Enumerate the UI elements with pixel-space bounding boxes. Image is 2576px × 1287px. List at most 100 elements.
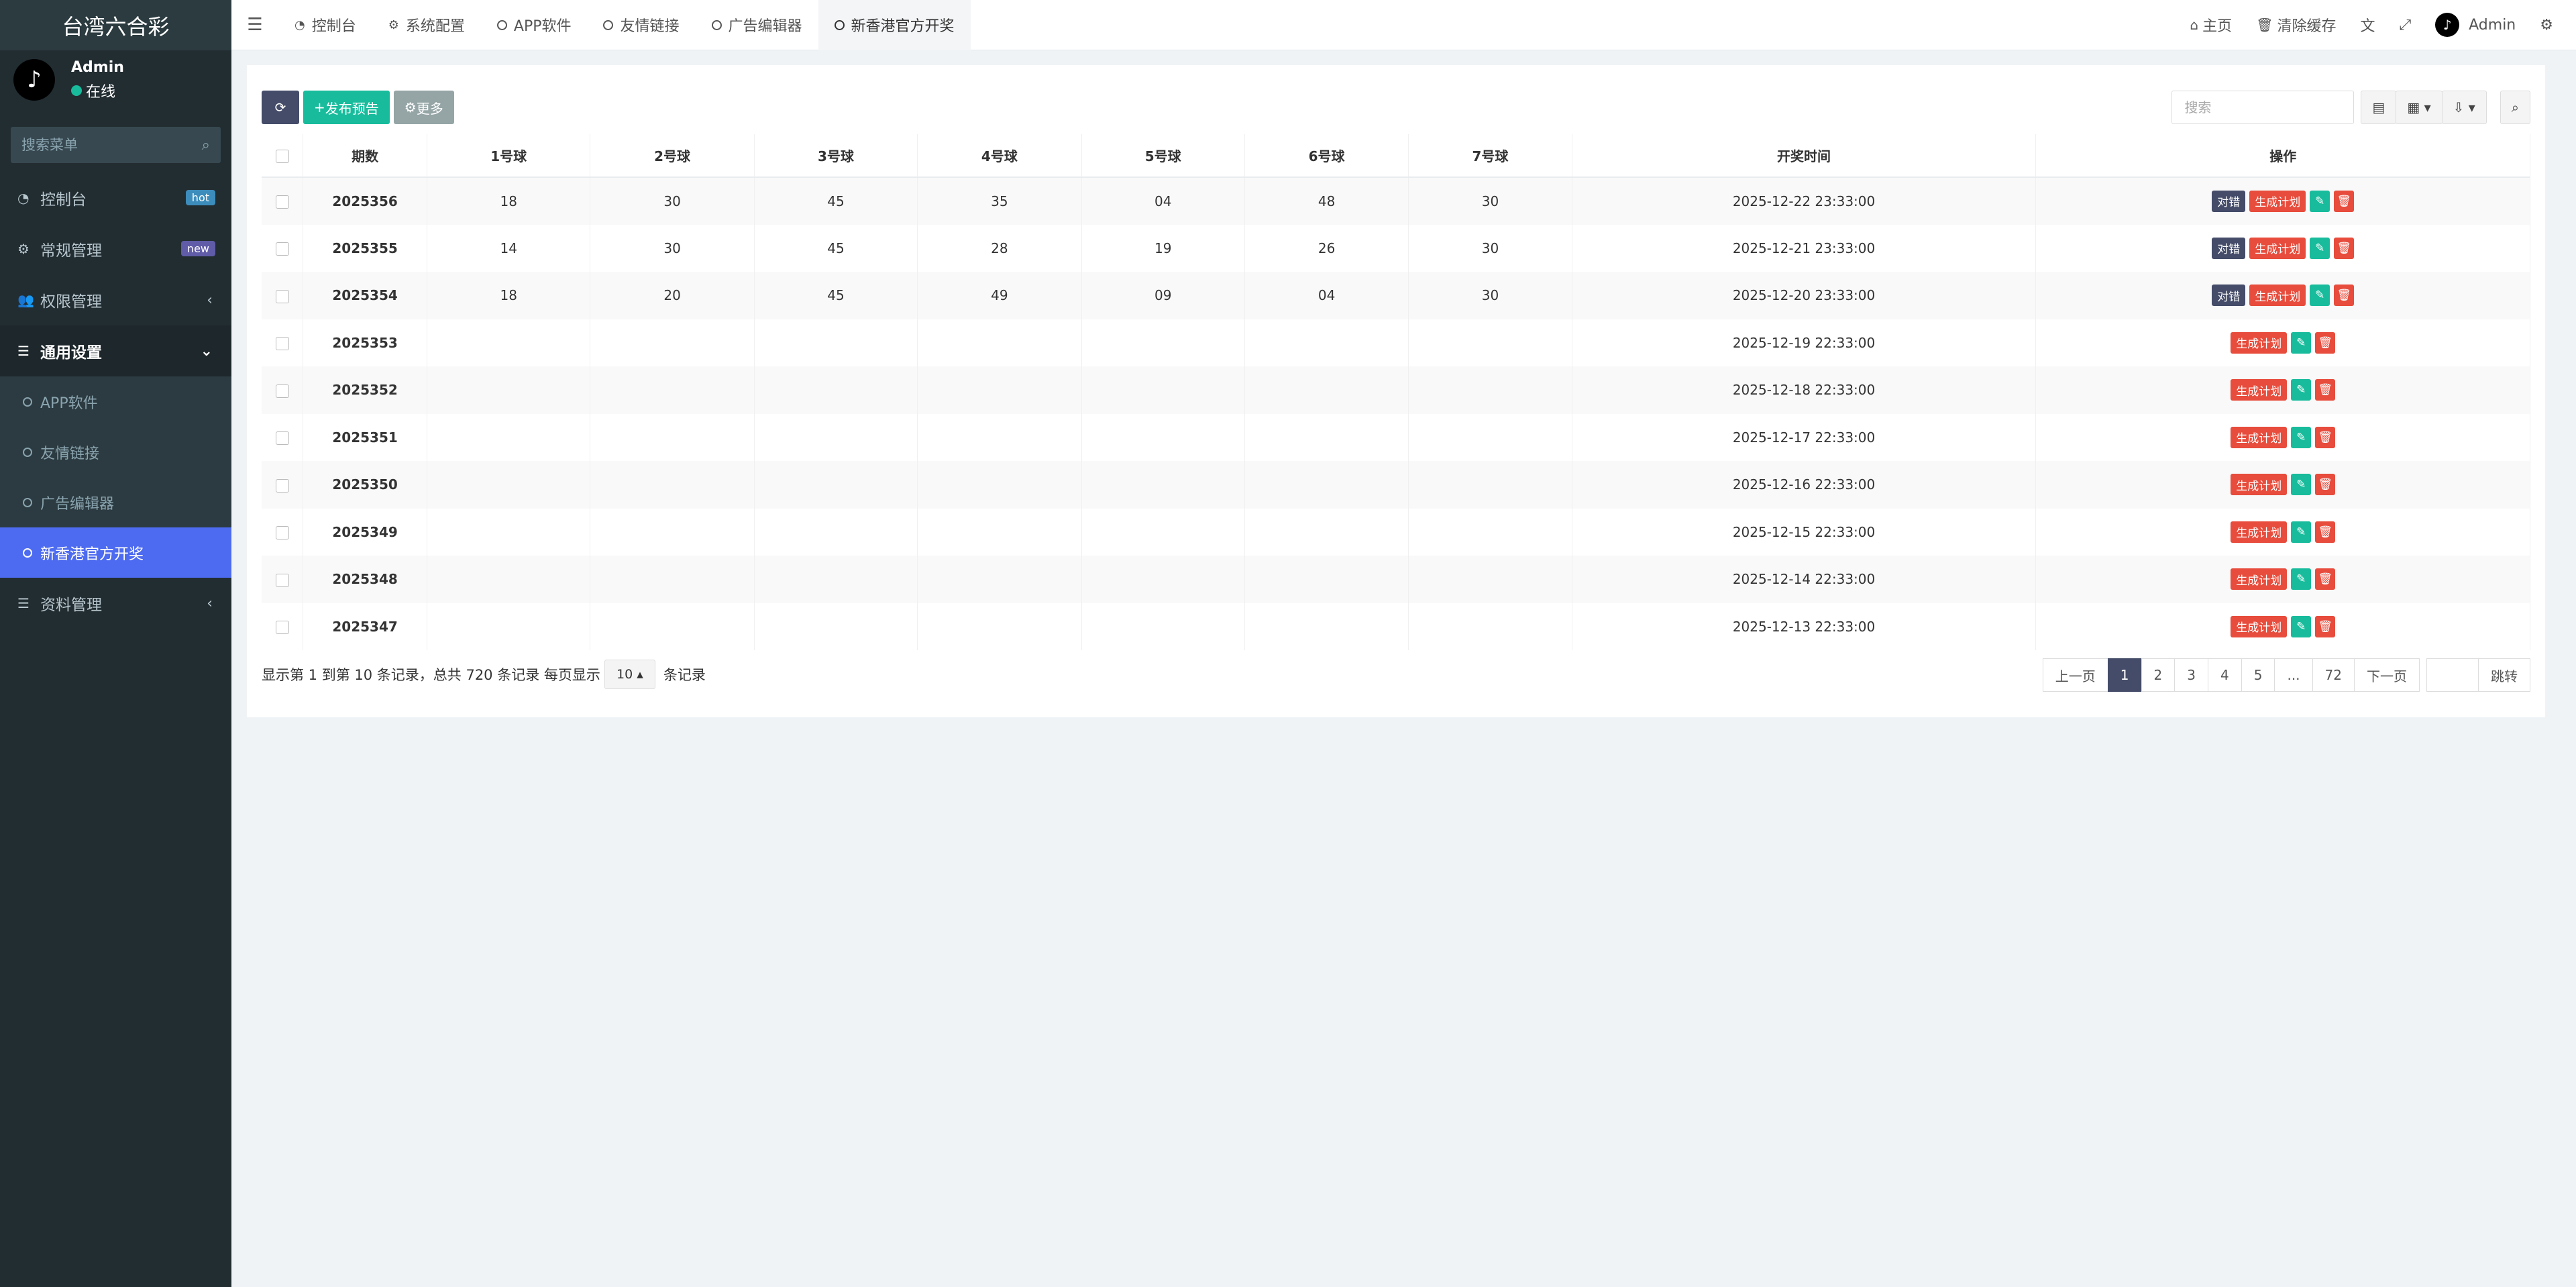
- table-row[interactable]: 2025356 18 30 45 35 04 48 30 2025-12-22 23:33:00…: [262, 177, 2530, 225]
- delete-button[interactable]: 🗑: [2315, 331, 2336, 354]
- sidebar-item-common-settings[interactable]: ☰ 通用设置 ⌄: [0, 325, 231, 376]
- sidebar-search-input[interactable]: [21, 137, 176, 153]
- edit-button[interactable]: ✎: [2310, 285, 2330, 307]
- generate-plan-button[interactable]: 生成计划: [2231, 379, 2288, 401]
- next-page-button[interactable]: 下一页: [2354, 658, 2420, 692]
- search-icon[interactable]: ⌕: [202, 137, 210, 154]
- tab-hk-lottery[interactable]: 新香港官方开奖: [818, 0, 971, 50]
- table-row[interactable]: 2025350 2025-12-16 22:33:00 生成计划 ✎ 🗑: [262, 461, 2530, 509]
- col-ball-2[interactable]: 2号球: [590, 134, 755, 178]
- col-ball-5[interactable]: 5号球: [1081, 134, 1245, 178]
- row-checkbox[interactable]: [275, 431, 289, 446]
- tab-app[interactable]: APP软件: [481, 0, 588, 50]
- col-ball-1[interactable]: 1号球: [427, 134, 591, 178]
- col-ball-6[interactable]: 6号球: [1244, 134, 1409, 178]
- sidebar-item-dashboard[interactable]: ◔ 控制台 hot: [0, 172, 231, 223]
- more-button[interactable]: ⚙ 更多: [393, 91, 454, 124]
- check-result-button[interactable]: 对错: [2212, 190, 2246, 212]
- col-ball-7[interactable]: 7号球: [1408, 134, 1572, 178]
- edit-button[interactable]: ✎: [2291, 474, 2312, 496]
- table-row[interactable]: 2025351 2025-12-17 22:33:00 生成计划 ✎ 🗑: [262, 413, 2530, 461]
- menu-toggle-icon[interactable]: ☰: [231, 0, 278, 50]
- prev-page-button[interactable]: 上一页: [2042, 658, 2108, 692]
- sidebar-item-permissions[interactable]: 👥 权限管理 ‹: [0, 274, 231, 325]
- col-ball-3[interactable]: 3号球: [754, 134, 918, 178]
- page-2-button[interactable]: 2: [2141, 658, 2176, 692]
- generate-plan-button[interactable]: 生成计划: [2231, 615, 2288, 637]
- delete-button[interactable]: 🗑: [2315, 615, 2336, 637]
- table-row[interactable]: 2025352 2025-12-18 22:33:00 生成计划 ✎ 🗑: [262, 366, 2530, 414]
- generate-plan-button[interactable]: 生成计划: [2249, 190, 2306, 212]
- check-result-button[interactable]: 对错: [2212, 285, 2246, 307]
- page-5-button[interactable]: 5: [2241, 658, 2275, 692]
- row-checkbox[interactable]: [275, 195, 289, 209]
- edit-button[interactable]: ✎: [2291, 568, 2312, 590]
- row-checkbox[interactable]: [275, 621, 289, 635]
- row-checkbox[interactable]: [275, 478, 289, 493]
- refresh-button[interactable]: ⟳: [262, 91, 299, 124]
- toggle-view-button[interactable]: ▤: [2361, 91, 2397, 124]
- row-checkbox[interactable]: [275, 289, 289, 303]
- table-row[interactable]: 2025347 2025-12-13 22:33:00 生成计划 ✎ 🗑: [262, 603, 2530, 650]
- generate-plan-button[interactable]: 生成计划: [2231, 568, 2288, 590]
- row-checkbox[interactable]: [275, 337, 289, 351]
- table-row[interactable]: 2025349 2025-12-15 22:33:00 生成计划 ✎ 🗑: [262, 508, 2530, 556]
- language-icon[interactable]: 文: [2349, 14, 2387, 36]
- jump-page-input[interactable]: [2426, 658, 2479, 692]
- generate-plan-button[interactable]: 生成计划: [2231, 426, 2288, 448]
- delete-button[interactable]: 🗑: [2315, 379, 2336, 401]
- clear-cache-button[interactable]: 🗑 清除缓存: [2244, 14, 2348, 36]
- generate-plan-button[interactable]: 生成计划: [2249, 285, 2306, 307]
- check-result-button[interactable]: 对错: [2212, 237, 2246, 259]
- home-link[interactable]: ⌂ 主页: [2178, 14, 2244, 36]
- row-checkbox[interactable]: [275, 242, 289, 256]
- advanced-search-button[interactable]: ⌕: [2500, 91, 2530, 124]
- tab-links[interactable]: 友情链接: [587, 0, 695, 50]
- delete-button[interactable]: 🗑: [2315, 426, 2336, 448]
- col-ball-4[interactable]: 4号球: [917, 134, 1082, 178]
- page-4-button[interactable]: 4: [2208, 658, 2242, 692]
- settings-icon[interactable]: ⚙: [2528, 17, 2565, 34]
- edit-button[interactable]: ✎: [2291, 379, 2312, 401]
- publish-button[interactable]: + 发布预告: [303, 91, 390, 124]
- edit-button[interactable]: ✎: [2291, 521, 2312, 543]
- sidebar-item-general[interactable]: ⚙ 常规管理 new: [0, 223, 231, 274]
- columns-button[interactable]: ▦ ▾: [2396, 91, 2443, 124]
- delete-button[interactable]: 🗑: [2315, 568, 2336, 590]
- select-all-checkbox[interactable]: [275, 150, 289, 163]
- sidebar-subitem-hk-lottery[interactable]: 新香港官方开奖: [0, 527, 231, 578]
- page-size-select[interactable]: 10 ▴: [604, 660, 655, 689]
- fullscreen-icon[interactable]: ⤢: [2387, 17, 2424, 34]
- col-period[interactable]: 期数: [303, 134, 428, 178]
- export-button[interactable]: ⇩ ▾: [2441, 91, 2487, 124]
- edit-button[interactable]: ✎: [2291, 331, 2312, 354]
- table-row[interactable]: 2025353 2025-12-19 22:33:00 生成计划 ✎ 🗑: [262, 319, 2530, 366]
- tab-ad-editor[interactable]: 广告编辑器: [696, 0, 818, 50]
- delete-button[interactable]: 🗑: [2334, 190, 2355, 212]
- page-3-button[interactable]: 3: [2174, 658, 2208, 692]
- table-row[interactable]: 2025348 2025-12-14 22:33:00 生成计划 ✎ 🗑: [262, 556, 2530, 603]
- generate-plan-button[interactable]: 生成计划: [2231, 474, 2288, 496]
- table-row[interactable]: 2025354 18 20 45 49 09 04 30 2025-12-20 23:33:00…: [262, 272, 2530, 319]
- edit-button[interactable]: ✎: [2291, 615, 2312, 637]
- row-checkbox[interactable]: [275, 384, 289, 398]
- generate-plan-button[interactable]: 生成计划: [2231, 521, 2288, 543]
- sidebar-subitem-links[interactable]: 友情链接: [0, 427, 231, 477]
- admin-menu[interactable]: ♪ Admin: [2423, 13, 2528, 37]
- sidebar-subitem-app[interactable]: APP软件: [0, 376, 231, 427]
- delete-button[interactable]: 🗑: [2334, 237, 2355, 259]
- row-checkbox[interactable]: [275, 573, 289, 587]
- search-input[interactable]: [2171, 91, 2355, 124]
- table-row[interactable]: 2025355 14 30 45 28 19 26 30 2025-12-21 23:33:00…: [262, 224, 2530, 272]
- delete-button[interactable]: 🗑: [2315, 521, 2336, 543]
- generate-plan-button[interactable]: 生成计划: [2249, 237, 2306, 259]
- edit-button[interactable]: ✎: [2291, 426, 2312, 448]
- tab-dashboard[interactable]: ◔ 控制台: [278, 0, 372, 50]
- col-draw-time[interactable]: 开奖时间: [1572, 134, 2037, 178]
- row-checkbox[interactable]: [275, 526, 289, 540]
- tab-system-config[interactable]: ⚙ 系统配置: [372, 0, 481, 50]
- sidebar-subitem-ad-editor[interactable]: 广告编辑器: [0, 477, 231, 527]
- edit-button[interactable]: ✎: [2310, 190, 2330, 212]
- app-logo-title[interactable]: 台湾六合彩: [0, 0, 231, 50]
- page-72-button[interactable]: 72: [2312, 658, 2355, 692]
